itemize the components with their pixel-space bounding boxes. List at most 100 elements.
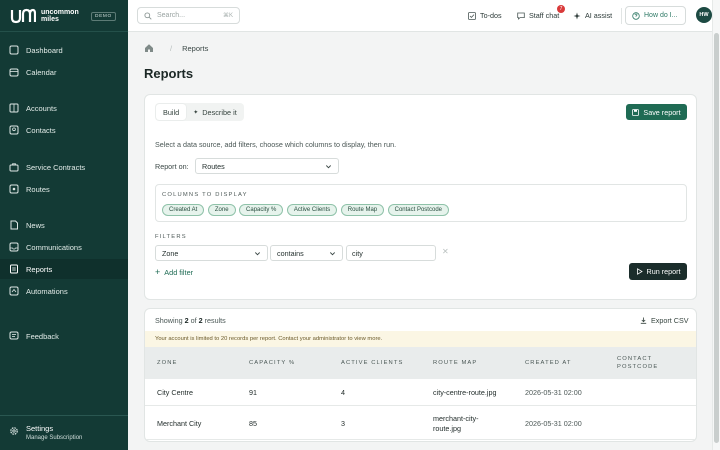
todos-button[interactable]: To-dos xyxy=(468,11,502,20)
logo-mark-icon xyxy=(10,8,36,24)
calendar-icon xyxy=(9,67,19,77)
column-chip[interactable]: Route Map xyxy=(340,204,385,216)
inbox-icon xyxy=(9,242,19,252)
results-prefix: Showing xyxy=(155,316,183,325)
column-header-active-clients[interactable]: ACTIVE CLIENTS xyxy=(341,347,403,379)
sidebar-item-label: Service Contracts xyxy=(26,162,86,172)
filter-operator-value: contains xyxy=(277,248,304,258)
breadcrumb: / Reports xyxy=(144,43,208,53)
results-suffix: results xyxy=(204,316,226,325)
ai-assist-label: AI assist xyxy=(585,11,613,20)
settings-link[interactable]: Settings Manage Subscription xyxy=(9,424,82,441)
tab-describe[interactable]: ✦ Describe it xyxy=(186,104,244,120)
filter-field-value: Zone xyxy=(162,248,179,258)
report-on-select[interactable]: Routes xyxy=(195,158,339,174)
mode-tabs: Build ✦ Describe it xyxy=(155,103,244,121)
report-on-label: Report on: xyxy=(155,162,189,171)
results-total: 2 xyxy=(198,316,203,325)
sidebar-item-label: Reports xyxy=(26,264,53,274)
logo-text: uncommon miles xyxy=(41,9,81,24)
avatar[interactable]: HW xyxy=(696,7,712,23)
manage-subscription-link[interactable]: Manage Subscription xyxy=(26,435,82,441)
play-icon xyxy=(636,268,643,275)
topbar: Search... ⌘K To-dos Staff chat 7 AI assi… xyxy=(128,0,712,32)
column-header-route-map[interactable]: ROUTE MAP xyxy=(433,347,477,379)
sidebar-item-label: Contacts xyxy=(26,125,56,135)
column-chip[interactable]: Zone xyxy=(207,204,236,216)
run-report-label: Run report xyxy=(646,267,681,276)
sidebar-item-communications[interactable]: Communications xyxy=(0,237,128,257)
help-circle-icon xyxy=(632,11,640,20)
filter-value-input[interactable]: city xyxy=(346,245,436,261)
breadcrumb-current: Reports xyxy=(182,43,209,53)
sidebar-item-automations[interactable]: Automations xyxy=(0,281,128,301)
column-chip[interactable]: Active Clients xyxy=(286,204,338,216)
column-chip[interactable]: Capacity % xyxy=(239,204,284,216)
sidebar-item-feedback[interactable]: Feedback xyxy=(0,326,128,346)
column-header-created-at[interactable]: CREATED AT xyxy=(525,347,572,379)
document-icon xyxy=(9,220,19,230)
filter-operator-select[interactable]: contains xyxy=(270,245,343,261)
sidebar-item-label: Accounts xyxy=(26,103,57,113)
todos-label: To-dos xyxy=(480,11,502,20)
sidebar-item-news[interactable]: News xyxy=(0,215,128,235)
contact-card-icon xyxy=(9,125,19,135)
chevron-down-icon xyxy=(325,164,332,168)
column-header-contact-postcode[interactable]: CONTACT POSTCODE xyxy=(617,347,677,379)
breadcrumb-separator: / xyxy=(170,43,173,53)
sidebar-item-routes[interactable]: Routes xyxy=(0,179,128,199)
search-icon xyxy=(144,11,152,20)
search-input[interactable]: Search... ⌘K xyxy=(137,7,240,24)
briefcase-icon xyxy=(9,162,19,172)
remove-filter-icon[interactable]: ✕ xyxy=(442,247,449,256)
save-report-button[interactable]: Save report xyxy=(626,104,687,120)
cell-route-map[interactable]: city-centre-route.jpg xyxy=(433,379,513,406)
chevron-down-icon xyxy=(329,251,336,255)
results-shown: 2 xyxy=(184,316,189,325)
sidebar-item-contacts[interactable]: Contacts xyxy=(0,120,128,140)
results-card: Showing 2 of 2 results Export CSV Your a… xyxy=(144,308,697,442)
sidebar-item-accounts[interactable]: Accounts xyxy=(0,98,128,118)
staff-chat-button[interactable]: Staff chat xyxy=(517,11,559,20)
topbar-divider xyxy=(621,8,622,24)
sidebar-item-label: Calendar xyxy=(26,67,57,77)
cell-created-at: 2026-05-31 02:00 xyxy=(525,418,582,428)
sparkle-icon xyxy=(573,12,581,19)
sidebar: uncommon miles DEMO Dashboard Calendar A… xyxy=(0,0,128,450)
ai-assist-button[interactable]: AI assist xyxy=(573,11,612,20)
export-csv-button[interactable]: Export CSV xyxy=(640,316,689,325)
settings-label: Settings xyxy=(26,424,54,433)
logo[interactable]: uncommon miles DEMO xyxy=(10,7,122,25)
filters-label: FILTERS xyxy=(155,234,187,240)
column-header-capacity[interactable]: CAPACITY % xyxy=(249,347,295,379)
table-row: City Centre 91 4 city-centre-route.jpg 2… xyxy=(145,379,696,406)
column-chip[interactable]: Created At xyxy=(162,204,205,216)
sidebar-item-reports[interactable]: Reports xyxy=(0,259,128,279)
filter-value-text: city xyxy=(352,248,363,258)
sidebar-item-calendar[interactable]: Calendar xyxy=(0,62,128,82)
sidebar-item-label: Routes xyxy=(26,184,50,194)
home-icon[interactable] xyxy=(144,43,154,53)
run-report-button[interactable]: Run report xyxy=(629,263,687,280)
scrollbar-thumb[interactable] xyxy=(714,33,719,443)
column-header-zone[interactable]: ZONE xyxy=(157,347,178,379)
filter-field-select[interactable]: Zone xyxy=(155,245,268,261)
table-header: ZONE CAPACITY % ACTIVE CLIENTS ROUTE MAP… xyxy=(145,347,696,379)
add-filter-button[interactable]: + Add filter xyxy=(155,267,193,277)
save-report-label: Save report xyxy=(643,107,681,117)
automation-icon xyxy=(9,286,19,296)
sidebar-item-service-contracts[interactable]: Service Contracts xyxy=(0,157,128,177)
cell-route-map[interactable]: merchant-city-route.jpg xyxy=(433,407,495,440)
route-icon xyxy=(9,184,19,194)
add-filter-label: Add filter xyxy=(164,267,194,277)
sidebar-item-dashboard[interactable]: Dashboard xyxy=(0,40,128,60)
tab-build[interactable]: Build xyxy=(156,104,187,120)
column-chips: Created At Zone Capacity % Active Client… xyxy=(162,204,453,216)
column-chip[interactable]: Contact Postcode xyxy=(387,204,449,216)
sidebar-item-label: News xyxy=(26,220,45,230)
how-do-i-button[interactable]: How do I... xyxy=(625,6,686,25)
checkbox-icon xyxy=(468,11,476,20)
search-shortcut: ⌘K xyxy=(222,13,233,19)
sidebar-item-label: Feedback xyxy=(26,331,59,341)
report-on-value: Routes xyxy=(202,161,225,171)
